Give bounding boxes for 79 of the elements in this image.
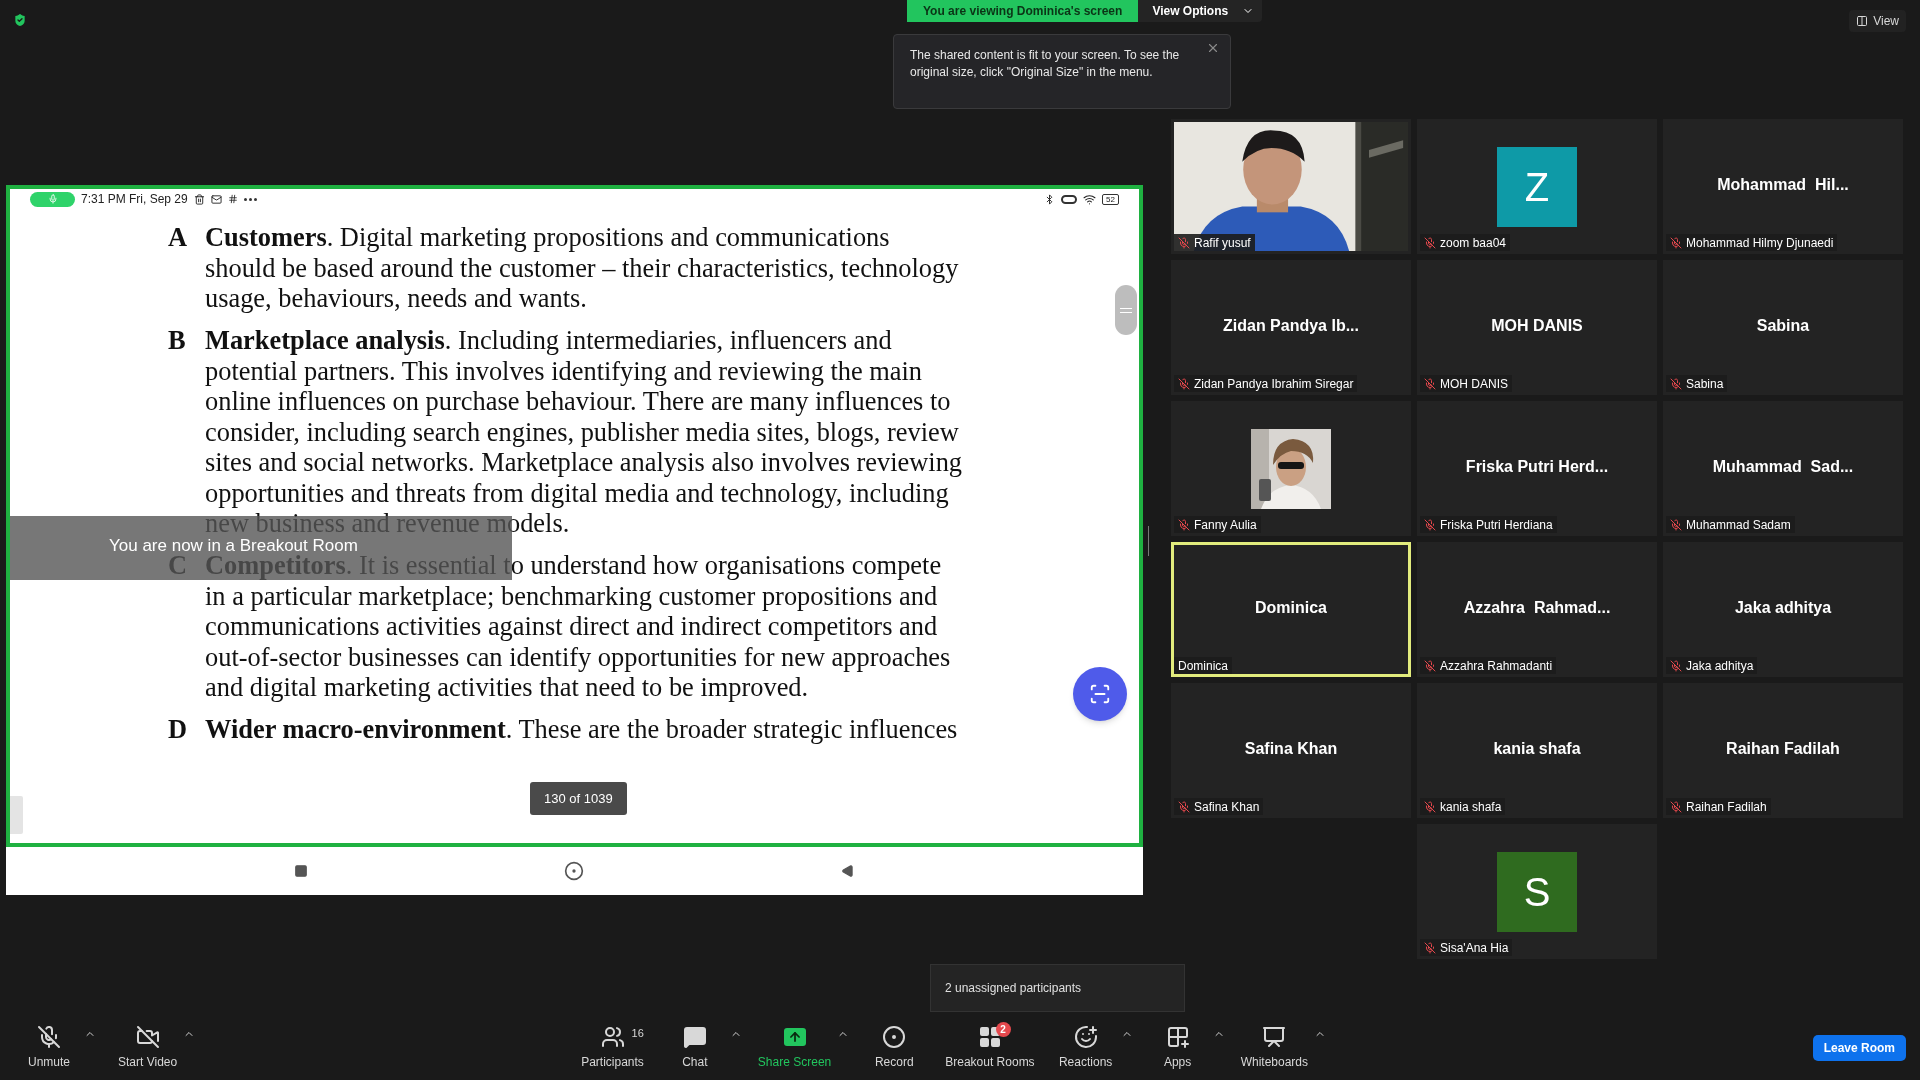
toolbar-button[interactable]: Unmute (14, 1025, 84, 1071)
participant-display-name: Jaka adhitya (1734, 597, 1832, 618)
toolbar-button[interactable]: Reactions (1050, 1025, 1121, 1071)
participant-display-name: kania shafa (1493, 738, 1581, 759)
square-icon[interactable] (294, 864, 309, 878)
participant-name: Dominica (1178, 657, 1228, 674)
participant-name: Zidan Pandya Ibrahim Siregar (1194, 375, 1354, 392)
participant-display-name: MOH DANIS (1491, 315, 1583, 336)
trash-icon (193, 193, 205, 205)
close-icon[interactable] (1206, 41, 1220, 55)
section-letter: D (168, 714, 189, 745)
record-icon (882, 1025, 907, 1049)
people-icon (600, 1025, 625, 1049)
participant-name: Rafif yusuf (1194, 234, 1251, 251)
participant-name: Fanny Aulia (1194, 516, 1257, 533)
participant-display-name: Raihan Fadilah (1726, 738, 1840, 759)
grid-icon (977, 1025, 1002, 1049)
participant-count: 16 (631, 1026, 644, 1041)
notice-text: You are now in a Breakout Room (109, 536, 358, 554)
battery-level: 52 (1102, 193, 1119, 205)
document-paragraph: Wider macro-environment. These are the broader strategic influences (205, 714, 958, 745)
signal-icon (1061, 194, 1078, 204)
participant-display-name: Friska Putri Herd... (1465, 456, 1609, 477)
arrow-up-icon (783, 1028, 806, 1046)
status-time: 7:31 PM Fri, Sep 29 (81, 191, 188, 208)
participant-name: Raihan Fadilah (1686, 798, 1767, 815)
participant-name: MOH DANIS (1440, 375, 1508, 392)
participant-display-name: Mohammad Hil... (1717, 174, 1849, 195)
back-icon[interactable] (840, 864, 855, 878)
wifi-icon (1083, 192, 1097, 206)
participant-display-name: Zidan Pandya Ib... (1223, 315, 1359, 336)
leave-room-button[interactable]: Leave Room (1812, 1035, 1906, 1061)
toolbar-button[interactable]: Whiteboards (1234, 1025, 1314, 1071)
toolbar-button[interactable]: 16 Participants (575, 1025, 650, 1071)
sharing-banner: You are viewing Dominica's screen (907, 0, 1139, 22)
shield-icon[interactable] (12, 12, 28, 28)
home-icon[interactable] (564, 861, 585, 881)
participant-display-name: Muhammad Sad... (1712, 456, 1854, 477)
participant-display-name: Sabina (1756, 315, 1810, 336)
section-letter: B (168, 325, 187, 356)
participant-name: Sabina (1686, 375, 1724, 392)
section-letter: A (168, 222, 189, 253)
mail-icon (210, 193, 222, 205)
view-button[interactable]: View (1849, 10, 1906, 32)
scroll-handle[interactable] (1115, 285, 1137, 335)
participant-name: Sisa'Ana Hia (1440, 939, 1509, 956)
page-counter: 130 of 1039 (530, 782, 627, 815)
more-icon (243, 197, 257, 201)
document-paragraph: Customers. Digital marketing propositions and communications should be based around the customer – their characteristics, technology usage, behaviours, needs and wants. (205, 222, 959, 314)
participant-name: Jaka adhitya (1686, 657, 1754, 674)
notification-badge: 2 (995, 1022, 1011, 1037)
toolbar-button[interactable]: Chat (659, 1025, 730, 1071)
participant-name: Safina Khan (1194, 798, 1260, 815)
participant-name: Mohammad Hilmy Djunaedi (1686, 234, 1834, 251)
avatar-initial: S (1497, 851, 1577, 932)
popup-text: 2 unassigned participants (945, 980, 1082, 997)
toolbar-button[interactable]: 2 Breakout Rooms (939, 1025, 1041, 1071)
screenshot-button[interactable] (1073, 667, 1127, 721)
chat-bubble-icon (682, 1025, 707, 1049)
participant-name: kania shafa (1440, 798, 1502, 815)
participant-name: Muhammad Sadam (1686, 516, 1791, 533)
avatar-initial: Z (1497, 146, 1577, 227)
toolbar-button[interactable]: Record (859, 1025, 930, 1071)
layout-icon (1856, 15, 1869, 27)
participant-display-name: Dominica (1255, 597, 1327, 618)
participant-display-name: Safina Khan (1244, 738, 1338, 759)
mic-icon (47, 194, 58, 204)
whiteboard-icon (1262, 1025, 1287, 1049)
toolbar-button[interactable]: Apps (1142, 1025, 1213, 1071)
toolbar-button[interactable]: Start Video (112, 1025, 184, 1071)
view-options-button[interactable]: View Options (1138, 0, 1263, 22)
participant-name: zoom baa04 (1440, 234, 1507, 251)
smiley-plus-icon (1073, 1025, 1098, 1049)
participant-display-name: Azzahra Rahmad... (1463, 597, 1611, 618)
participant-name: Friska Putri Herdiana (1440, 516, 1553, 533)
participant-name: Azzahra Rahmadanti (1440, 657, 1553, 674)
apps-icon (1165, 1025, 1190, 1049)
toolbar-button[interactable]: Share Screen (751, 1025, 838, 1071)
tooltip-text: The shared content is fit to your screen. To see the original size, click "Original Size" in the menu. (910, 47, 1181, 81)
